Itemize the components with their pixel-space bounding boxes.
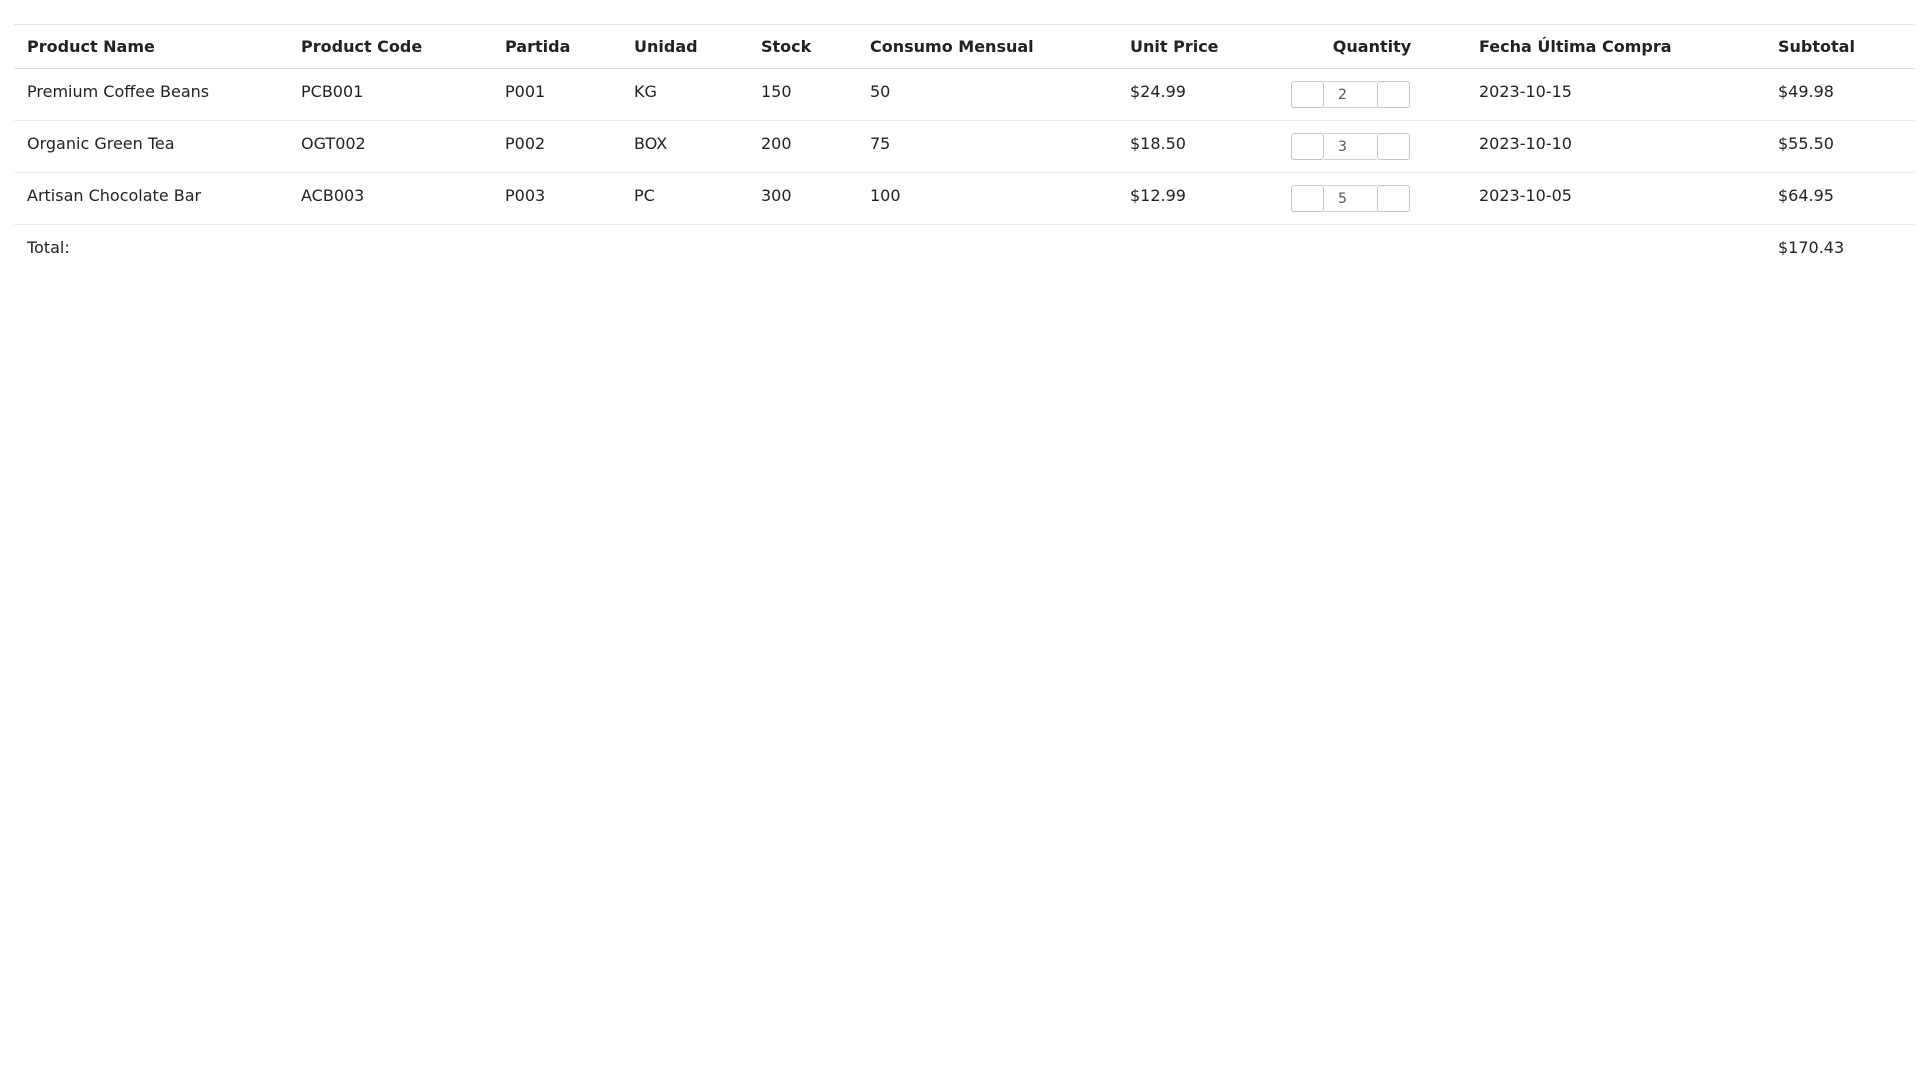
stock-cell: 200 [761,134,792,153]
quantity-decrement-button[interactable] [1291,81,1324,108]
product-code-cell: OGT002 [301,134,366,153]
partida-cell: P002 [505,134,546,153]
header-product-name: Product Name [27,37,155,56]
header-quantity: Quantity [1332,37,1412,56]
quantity-cell [1278,69,1466,121]
product-name-cell: Premium Coffee Beans [27,82,210,101]
table-row: Premium Coffee Beans PCB001 P001 KG 150 … [14,69,1915,121]
partida-cell: P001 [505,82,546,101]
quantity-increment-button[interactable] [1377,133,1410,160]
total-label: Total: [27,238,70,257]
quantity-increment-button[interactable] [1377,81,1410,108]
unit-price-cell: $18.50 [1130,134,1186,153]
fecha-ultima-compra-cell: 2023-10-05 [1479,186,1572,205]
total-value: $170.43 [1778,238,1845,257]
product-name-cell: Organic Green Tea [27,134,175,153]
header-consumo-mensual: Consumo Mensual [870,37,1034,56]
quantity-input[interactable] [1324,81,1377,108]
order-table: Product Name Product Code Partida Unidad… [14,24,1915,277]
product-name-cell: Artisan Chocolate Bar [27,186,202,205]
unidad-cell: BOX [634,134,668,153]
product-code-cell: PCB001 [301,82,364,101]
partida-cell: P003 [505,186,546,205]
quantity-stepper [1291,185,1466,213]
header-partida: Partida [505,37,571,56]
table-row: Artisan Chocolate Bar ACB003 P003 PC 300… [14,173,1915,225]
unidad-cell: KG [634,82,657,101]
header-subtotal: Subtotal [1778,37,1855,56]
stock-cell: 150 [761,82,792,101]
table-header-row: Product Name Product Code Partida Unidad… [14,24,1915,69]
fecha-ultima-compra-cell: 2023-10-10 [1479,134,1572,153]
header-unit-price: Unit Price [1130,37,1219,56]
unit-price-cell: $12.99 [1130,186,1186,205]
quantity-input[interactable] [1324,133,1377,160]
subtotal-cell: $49.98 [1778,82,1834,101]
order-table-container: Product Name Product Code Partida Unidad… [14,24,1915,277]
header-unidad: Unidad [634,37,698,56]
header-stock: Stock [761,37,812,56]
quantity-decrement-button[interactable] [1291,133,1324,160]
quantity-stepper [1291,133,1466,161]
quantity-input[interactable] [1324,185,1377,212]
header-product-code: Product Code [301,37,423,56]
consumo-mensual-cell: 100 [870,186,901,205]
product-code-cell: ACB003 [301,186,365,205]
total-row: Total: $170.43 [14,225,1915,277]
header-fecha-ultima-compra: Fecha Última Compra [1479,37,1672,56]
quantity-stepper [1291,81,1466,109]
quantity-cell [1278,173,1466,225]
quantity-increment-button[interactable] [1377,185,1410,212]
stock-cell: 300 [761,186,792,205]
table-row: Organic Green Tea OGT002 P002 BOX 200 75… [14,121,1915,173]
consumo-mensual-cell: 50 [870,82,891,101]
quantity-decrement-button[interactable] [1291,185,1324,212]
unit-price-cell: $24.99 [1130,82,1186,101]
fecha-ultima-compra-cell: 2023-10-15 [1479,82,1572,101]
unidad-cell: PC [634,186,655,205]
quantity-cell [1278,121,1466,173]
subtotal-cell: $64.95 [1778,186,1834,205]
subtotal-cell: $55.50 [1778,134,1834,153]
consumo-mensual-cell: 75 [870,134,891,153]
